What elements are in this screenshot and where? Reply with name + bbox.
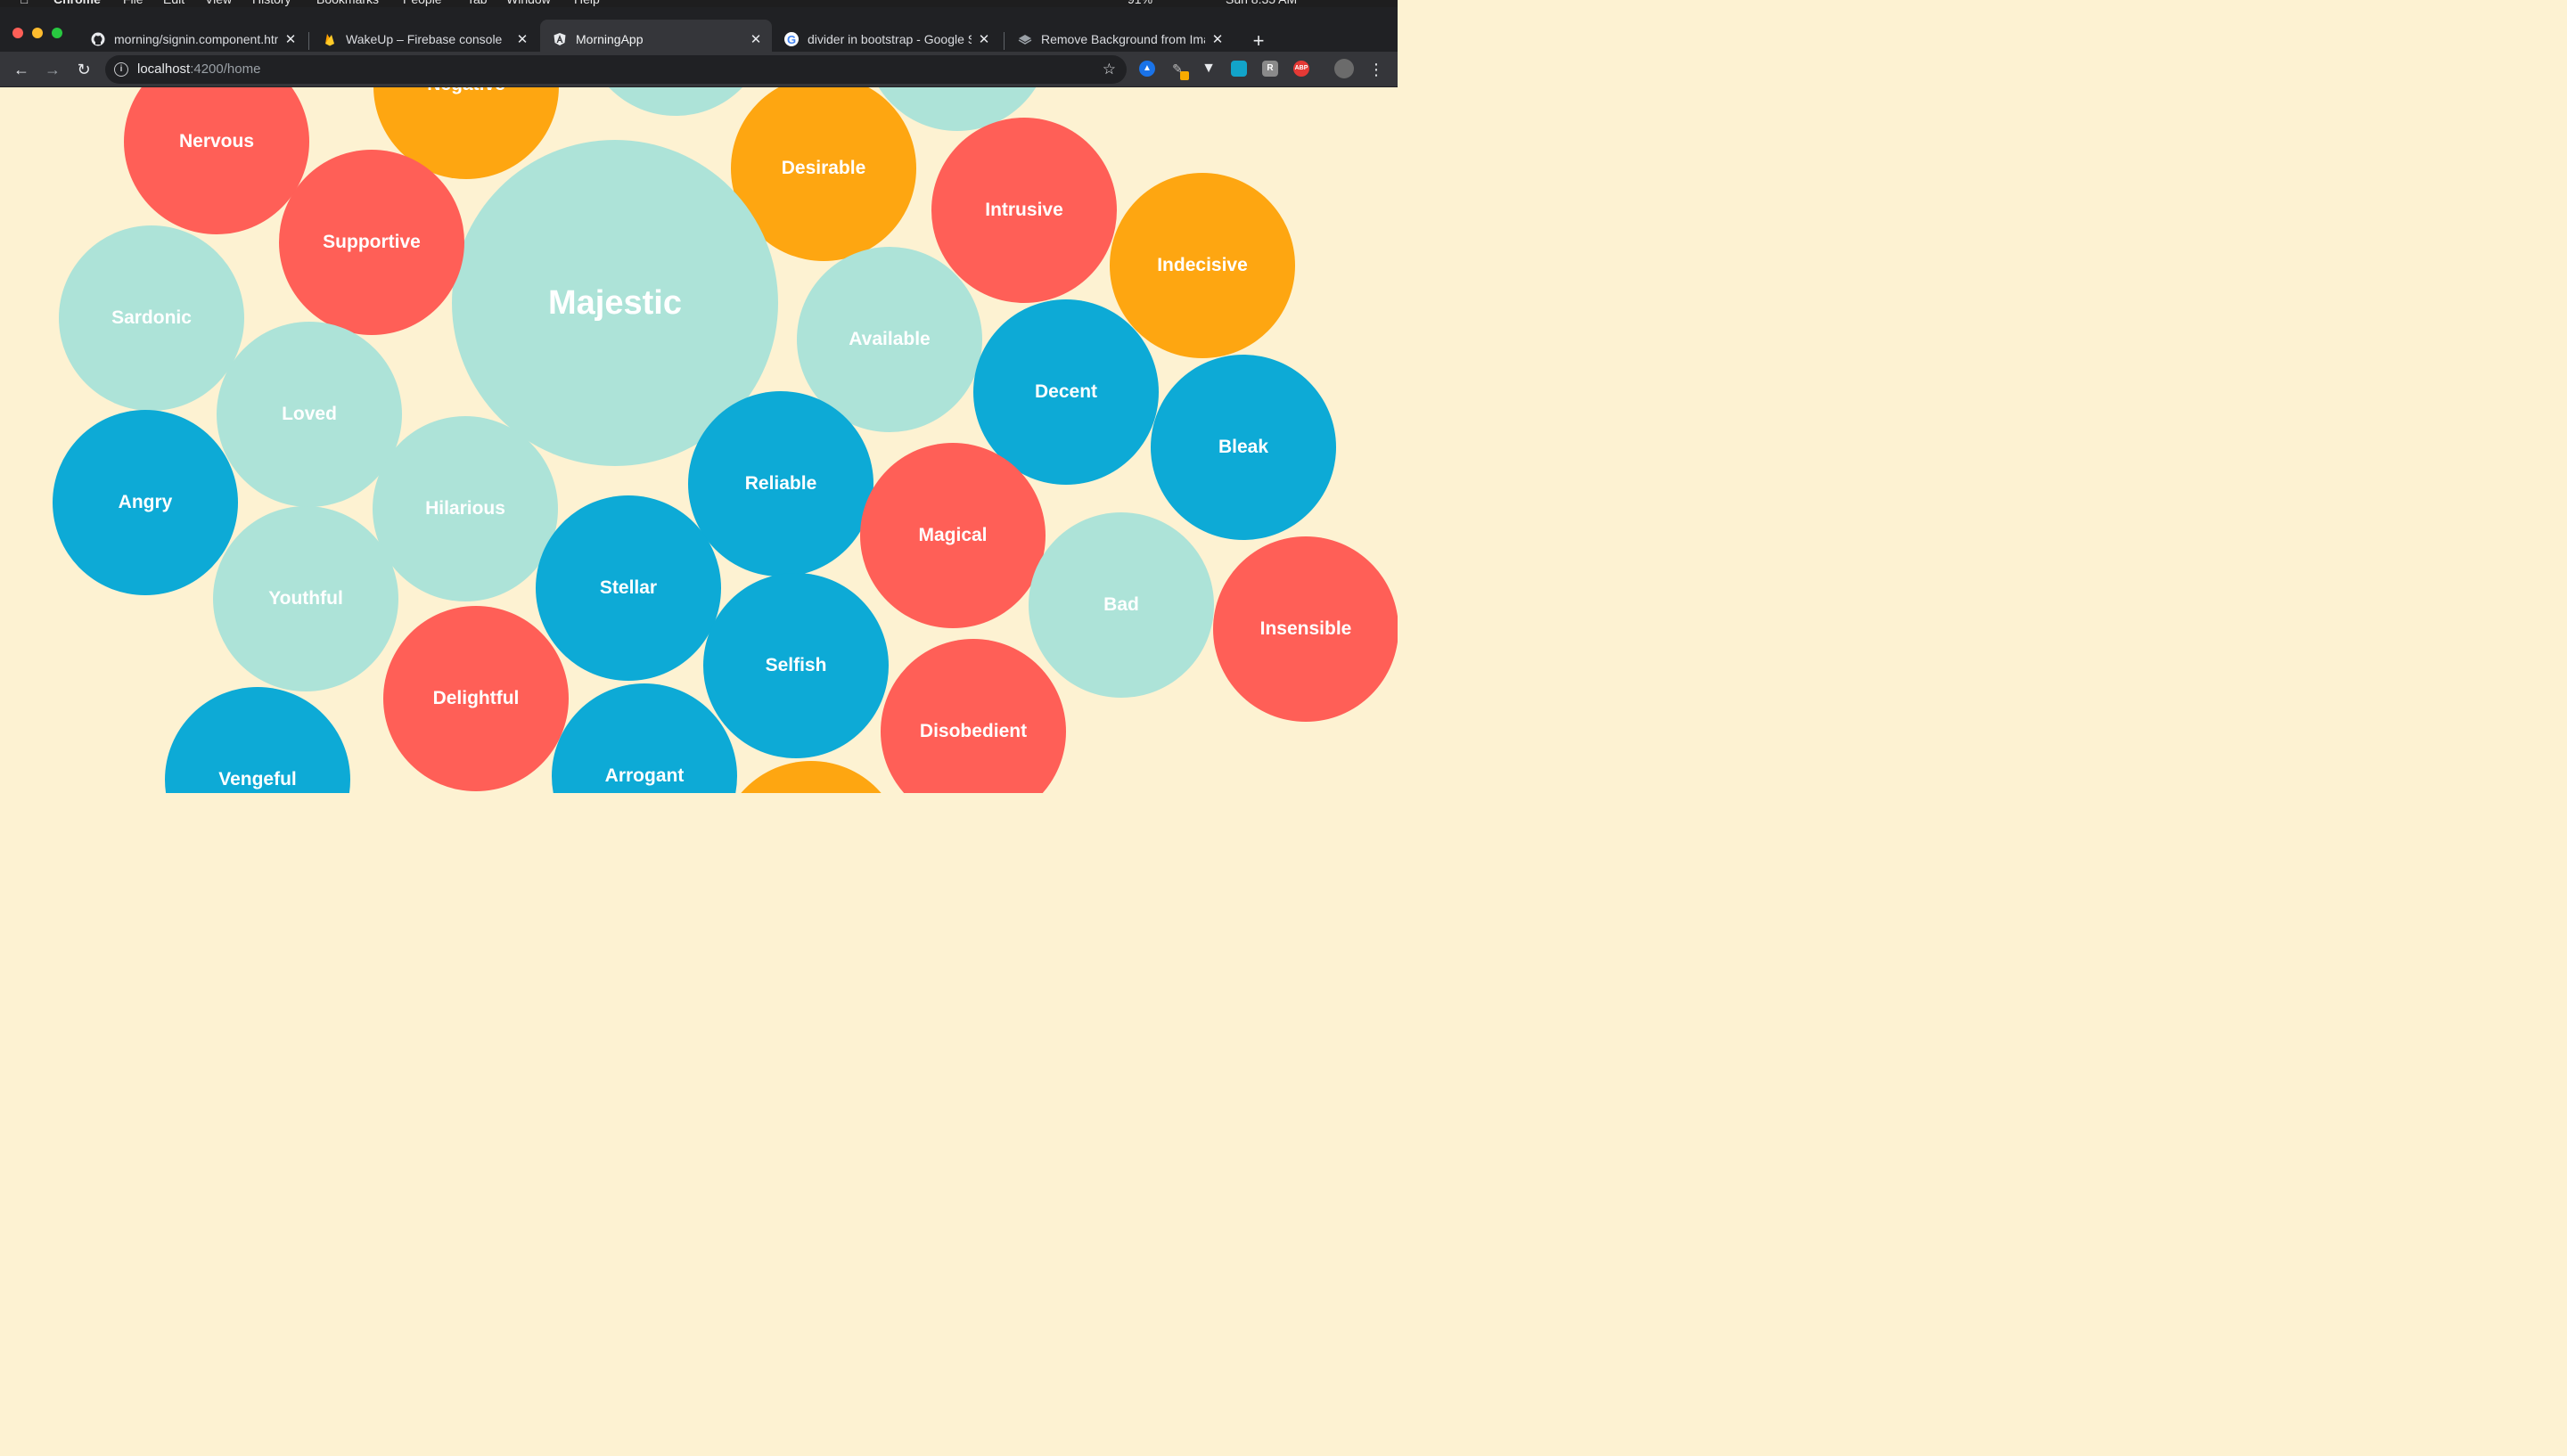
mood-bubble-indecisive[interactable]: Indecisive (1110, 173, 1295, 358)
mood-bubble-disobedient[interactable]: Disobedient (881, 639, 1066, 793)
mood-bubble-bleak[interactable]: Bleak (1151, 355, 1336, 540)
menu-edit[interactable]: Edit (163, 0, 185, 7)
menu-view[interactable]: View (205, 0, 232, 7)
mood-bubble-supportive[interactable]: Supportive (279, 150, 464, 335)
mood-bubble-insensible[interactable]: Insensible (1213, 536, 1398, 722)
clock[interactable]: Sun 8:35 AM (1226, 0, 1297, 7)
mood-bubble-magical[interactable]: Magical (860, 443, 1046, 628)
mood-bubble-angry[interactable]: Angry (53, 410, 238, 595)
reload-button[interactable]: ↻ (71, 57, 96, 82)
mood-bubble-reliable[interactable]: Reliable (688, 391, 873, 577)
mood-bubble-stellar[interactable]: Stellar (536, 495, 721, 681)
mood-bubble-bad[interactable]: Bad (1029, 512, 1214, 698)
mood-bubble-nervous[interactable]: Nervous (124, 87, 309, 234)
tab-title: divider in bootstrap - Google S (808, 32, 972, 46)
maximize-window-button[interactable] (52, 28, 62, 38)
close-icon[interactable]: ✕ (283, 32, 298, 47)
angular-icon (553, 32, 567, 46)
menu-window[interactable]: Window (506, 0, 551, 7)
pen-extension-icon[interactable]: ✎ (1169, 61, 1189, 80)
mood-bubble-loved[interactable]: Loved (217, 322, 402, 507)
tab-separator (308, 32, 309, 50)
mood-bubble-orange-bottom[interactable] (718, 761, 904, 793)
tab-separator (1004, 32, 1005, 50)
tab-title: WakeUp – Firebase console (346, 32, 503, 46)
shield-extension-icon[interactable]: ▼ (1201, 61, 1217, 77)
mood-bubble-selfish[interactable]: Selfish (703, 573, 889, 758)
back-button[interactable]: ← (9, 57, 34, 82)
menu-help[interactable]: Help (574, 0, 600, 7)
google-icon: G (784, 32, 799, 46)
close-icon[interactable]: ✕ (977, 32, 991, 47)
url-text[interactable]: localhost:4200/home (137, 55, 260, 84)
cards-extension-icon[interactable] (1231, 61, 1247, 77)
browser-toolbar: ← → ↻ i localhost:4200/home ☆ ▲ ✎ ▼ R AB… (0, 52, 1398, 87)
mood-bubble-teal-top[interactable] (583, 87, 768, 116)
tab-title: MorningApp (576, 32, 644, 46)
mood-bubble-hilarious[interactable]: Hilarious (373, 416, 558, 601)
new-tab-button[interactable]: + (1248, 30, 1269, 52)
bookmark-star-icon[interactable]: ☆ (1103, 55, 1116, 84)
apple-icon[interactable]:  (20, 0, 29, 7)
close-icon[interactable]: ✕ (1210, 32, 1225, 47)
menu-bookmarks[interactable]: Bookmarks (316, 0, 379, 7)
tab-title: morning/signin.component.htm (114, 32, 278, 46)
bank-extension-icon[interactable]: ▲ (1139, 61, 1155, 77)
forward-button[interactable]: → (40, 57, 65, 82)
layers-icon (1018, 32, 1032, 46)
tab-title: Remove Background from Imag (1041, 32, 1205, 46)
menu-people[interactable]: People (403, 0, 442, 7)
mood-bubble-area: Negative Nervous Desirable Majestic Supp… (0, 87, 1398, 793)
mood-bubble-sardonic[interactable]: Sardonic (59, 225, 244, 411)
profile-avatar[interactable] (1334, 59, 1354, 78)
mood-bubble-delightful[interactable]: Delightful (383, 606, 569, 791)
r-extension-icon[interactable]: R (1262, 61, 1278, 77)
menu-tab[interactable]: Tab (467, 0, 488, 7)
close-window-button[interactable] (12, 28, 23, 38)
mood-bubble-youthful[interactable]: Youthful (213, 506, 398, 691)
menu-history[interactable]: History (252, 0, 291, 7)
menu-file[interactable]: File (123, 0, 144, 7)
macos-menubar:  Chrome File Edit View History Bookmark… (0, 0, 1398, 7)
minimize-window-button[interactable] (32, 28, 43, 38)
close-icon[interactable]: ✕ (749, 32, 763, 47)
more-menu-icon[interactable]: ⋮ (1364, 57, 1389, 82)
menu-chrome[interactable]: Chrome (53, 0, 101, 7)
firebase-icon (323, 32, 337, 46)
address-bar[interactable]: i localhost:4200/home ☆ (105, 55, 1127, 84)
github-icon (91, 32, 105, 46)
battery-percent[interactable]: 91% (1128, 0, 1152, 7)
close-icon[interactable]: ✕ (515, 32, 529, 47)
info-icon[interactable]: i (114, 62, 128, 77)
mood-bubble-vengeful[interactable]: Vengeful (165, 687, 350, 793)
tab-strip: morning/signin.component.htm ✕ WakeUp – … (0, 7, 1398, 59)
mood-bubble-intrusive[interactable]: Intrusive (931, 118, 1117, 303)
adblock-extension-icon[interactable]: ABP (1293, 61, 1309, 77)
